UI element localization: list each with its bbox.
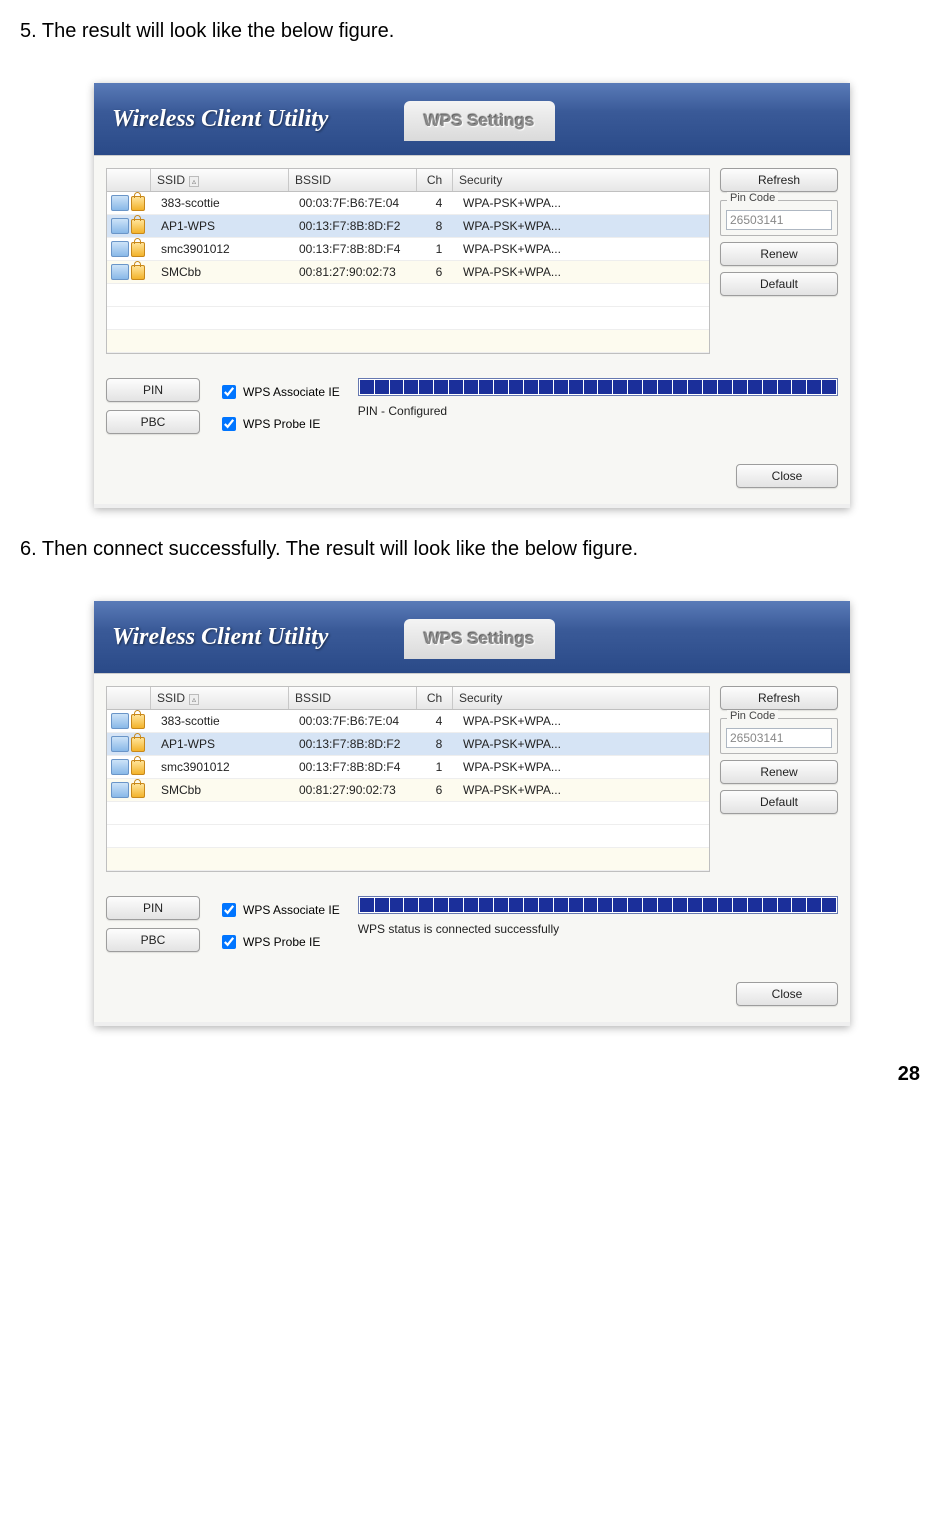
sort-icon: ▵: [189, 694, 199, 705]
lock-icon: [131, 265, 145, 280]
refresh-button[interactable]: Refresh: [720, 686, 838, 710]
table-row[interactable]: 383-scottie00:03:7F:B6:7E:044WPA-PSK+WPA…: [107, 192, 709, 215]
wps-probe-ie-checkbox[interactable]: WPS Probe IE: [218, 932, 340, 952]
lock-icon: [131, 714, 145, 729]
doc-step-5: 5. The result will look like the below f…: [20, 20, 924, 43]
renew-button[interactable]: Renew: [720, 760, 838, 784]
table-body-2: 383-scottie00:03:7F:B6:7E:044WPA-PSK+WPA…: [107, 710, 709, 871]
refresh-button[interactable]: Refresh: [720, 168, 838, 192]
default-button[interactable]: Default: [720, 790, 838, 814]
col-bssid[interactable]: BSSID: [289, 169, 417, 191]
table-row-empty: [107, 825, 709, 848]
table-body-1: 383-scottie00:03:7F:B6:7E:044WPA-PSK+WPA…: [107, 192, 709, 353]
table-row[interactable]: smc390101200:13:F7:8B:8D:F41WPA-PSK+WPA.…: [107, 238, 709, 261]
col-ssid[interactable]: SSID▵: [151, 169, 289, 191]
table-row-empty: [107, 802, 709, 825]
status-text: PIN - Configured: [358, 404, 838, 418]
figure-wps-configured: Wireless Client Utility WPS Settings SSI…: [94, 83, 850, 508]
progress-bar: [358, 378, 838, 396]
wps-probe-ie-checkbox[interactable]: WPS Probe IE: [218, 414, 340, 434]
close-button[interactable]: Close: [736, 464, 838, 488]
pbc-button[interactable]: PBC: [106, 410, 200, 434]
col-ch[interactable]: Ch: [417, 687, 453, 709]
status-text: WPS status is connected successfully: [358, 922, 838, 936]
title-bar: Wireless Client Utility WPS Settings: [94, 601, 850, 673]
pin-code-input[interactable]: [726, 210, 832, 230]
table-row[interactable]: SMCbb00:81:27:90:02:736WPA-PSK+WPA...: [107, 261, 709, 284]
pin-code-legend: Pin Code: [727, 710, 778, 722]
network-table[interactable]: SSID▵ BSSID Ch Security 383-scottie00:03…: [106, 686, 710, 872]
title-bar: Wireless Client Utility WPS Settings: [94, 83, 850, 155]
pin-code-legend: Pin Code: [727, 192, 778, 204]
col-bssid[interactable]: BSSID: [289, 687, 417, 709]
lock-icon: [131, 219, 145, 234]
lock-icon: [131, 737, 145, 752]
pin-button[interactable]: PIN: [106, 896, 200, 920]
table-row[interactable]: AP1-WPS00:13:F7:8B:8D:F28WPA-PSK+WPA...: [107, 733, 709, 756]
wps-associate-ie-checkbox[interactable]: WPS Associate IE: [218, 900, 340, 920]
lock-icon: [131, 242, 145, 257]
table-row[interactable]: smc390101200:13:F7:8B:8D:F41WPA-PSK+WPA.…: [107, 756, 709, 779]
table-row-empty: [107, 284, 709, 307]
tab-wps-settings[interactable]: WPS Settings: [404, 101, 555, 141]
table-row-empty: [107, 330, 709, 353]
table-row-empty: [107, 307, 709, 330]
tab-wps-settings[interactable]: WPS Settings: [404, 619, 555, 659]
col-security[interactable]: Security: [453, 169, 709, 191]
pin-code-group: Pin Code: [720, 718, 838, 754]
network-icon: [111, 713, 129, 729]
pin-code-input[interactable]: [726, 728, 832, 748]
progress-bar: [358, 896, 838, 914]
figure-wps-connected: Wireless Client Utility WPS Settings SSI…: [94, 601, 850, 1026]
pin-code-group: Pin Code: [720, 200, 838, 236]
col-ssid[interactable]: SSID▵: [151, 687, 289, 709]
network-icon: [111, 264, 129, 280]
network-icon: [111, 782, 129, 798]
app-title: Wireless Client Utility: [94, 106, 328, 133]
table-row[interactable]: 383-scottie00:03:7F:B6:7E:044WPA-PSK+WPA…: [107, 710, 709, 733]
close-button[interactable]: Close: [736, 982, 838, 1006]
lock-icon: [131, 760, 145, 775]
pin-button[interactable]: PIN: [106, 378, 200, 402]
default-button[interactable]: Default: [720, 272, 838, 296]
network-icon: [111, 759, 129, 775]
network-icon: [111, 736, 129, 752]
lock-icon: [131, 196, 145, 211]
table-row[interactable]: SMCbb00:81:27:90:02:736WPA-PSK+WPA...: [107, 779, 709, 802]
table-row-empty: [107, 848, 709, 871]
network-icon: [111, 218, 129, 234]
col-ch[interactable]: Ch: [417, 169, 453, 191]
wps-associate-ie-checkbox[interactable]: WPS Associate IE: [218, 382, 340, 402]
renew-button[interactable]: Renew: [720, 242, 838, 266]
network-table[interactable]: SSID▵ BSSID Ch Security 383-scottie00:03…: [106, 168, 710, 354]
lock-icon: [131, 783, 145, 798]
app-title: Wireless Client Utility: [94, 624, 328, 651]
sort-icon: ▵: [189, 176, 199, 187]
pbc-button[interactable]: PBC: [106, 928, 200, 952]
table-row[interactable]: AP1-WPS00:13:F7:8B:8D:F28WPA-PSK+WPA...: [107, 215, 709, 238]
network-icon: [111, 241, 129, 257]
col-security[interactable]: Security: [453, 687, 709, 709]
network-icon: [111, 195, 129, 211]
page-number: 28: [898, 1063, 920, 1086]
doc-step-6: 6. Then connect successfully. The result…: [20, 538, 924, 561]
